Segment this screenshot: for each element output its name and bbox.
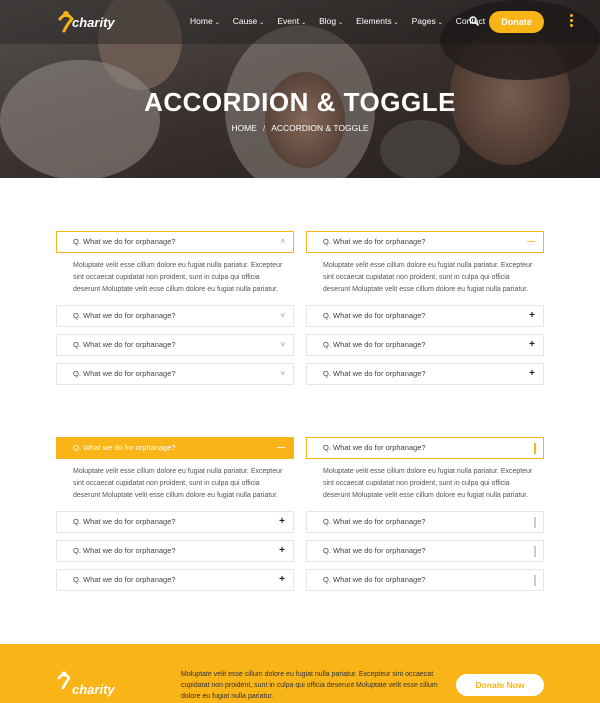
- bar-indicator-icon: [534, 443, 536, 454]
- nav-item-pages[interactable]: Pages ⌄: [412, 16, 443, 26]
- accordion-header[interactable]: Q. What we do for orphanage? —: [56, 437, 294, 459]
- nav-menu: Home ⌄ Cause ⌄ Event ⌄ Blog ⌄ Elements ⌄ Page…: [190, 16, 498, 26]
- accordion-panel: Moluptate velit esse cillum dolore eu fu…: [73, 468, 283, 499]
- main-navbar: charity Home ⌄ Cause ⌄ Event ⌄ Blog ⌄ Elemen…: [0, 0, 600, 44]
- minus-icon: —: [277, 443, 285, 452]
- accordion-header[interactable]: Q. What we do for orphanage? —: [306, 231, 544, 253]
- breadcrumb-current: ACCORDION & TOGGLE: [271, 123, 369, 133]
- accordion-question: Q. What we do for orphanage?: [323, 311, 426, 320]
- chevron-down-icon: ˅: [280, 369, 285, 378]
- accordion-header[interactable]: Q. What we do for orphanage? ˅: [56, 305, 294, 327]
- nav-item-label: Event: [277, 16, 300, 26]
- plus-icon: +: [279, 574, 285, 585]
- accordion-question: Q. What we do for orphanage?: [323, 575, 426, 584]
- accordion-header[interactable]: Q. What we do for orphanage? ˅: [56, 363, 294, 385]
- accordion-header[interactable]: Q. What we do for orphanage? +: [306, 334, 544, 356]
- accordion-question: Q. What we do for orphanage?: [73, 575, 176, 584]
- footer-logo-text[interactable]: charity: [72, 682, 115, 697]
- accordion-panel: Moluptate velit esse cillum dolore eu fu…: [323, 468, 533, 499]
- plus-icon: +: [529, 310, 535, 321]
- accordion-question: Q. What we do for orphanage?: [73, 517, 176, 526]
- footer-text: Moluptate velit esse cillum dolore eu fu…: [181, 671, 438, 700]
- bar-indicator-icon: [534, 546, 536, 557]
- chevron-down-icon: ⌄: [393, 20, 399, 26]
- accordion-header[interactable]: Q. What we do for orphanage?: [306, 569, 544, 591]
- accordion-header[interactable]: Q. What we do for orphanage? +: [56, 540, 294, 562]
- accordion-header[interactable]: Q. What we do for orphanage? +: [306, 305, 544, 327]
- plus-icon: +: [529, 368, 535, 379]
- minus-icon: —: [527, 237, 535, 246]
- nav-item-label: Pages: [411, 16, 436, 26]
- accordion-question: Q. What we do for orphanage?: [73, 340, 176, 349]
- nav-item-label: Cause: [232, 16, 258, 26]
- accordion-panel: Moluptate velit esse cillum dolore eu fu…: [323, 262, 533, 293]
- accordion-panel: Moluptate velit esse cillum dolore eu fu…: [73, 262, 283, 293]
- footer-cta: charity Moluptate velit esse cillum dolo…: [0, 644, 600, 703]
- search-icon[interactable]: [469, 16, 479, 26]
- plus-icon: +: [279, 545, 285, 556]
- nav-item-label: Home: [190, 16, 213, 26]
- nav-item-event[interactable]: Event ⌄: [277, 16, 306, 26]
- logo-text[interactable]: charity: [72, 15, 115, 30]
- accordion-question: Q. What we do for orphanage?: [323, 546, 426, 555]
- chevron-down-icon: ⌄: [214, 20, 220, 26]
- chevron-down-icon: ⌄: [338, 20, 344, 26]
- accordion-question: Q. What we do for orphanage?: [73, 369, 176, 378]
- accordion-header[interactable]: Q. What we do for orphanage?: [306, 511, 544, 533]
- breadcrumb-separator: /: [262, 123, 266, 133]
- chevron-down-icon: ⌄: [437, 20, 443, 26]
- kebab-menu-icon[interactable]: [568, 14, 574, 30]
- plus-icon: +: [529, 339, 535, 350]
- nav-item-label: Blog: [319, 16, 337, 26]
- accordion-header[interactable]: Q. What we do for orphanage? +: [56, 511, 294, 533]
- accordion-question: Q. What we do for orphanage?: [323, 237, 426, 246]
- accordion-header[interactable]: Q. What we do for orphanage? ˅: [56, 334, 294, 356]
- hero-banner: charity Home ⌄ Cause ⌄ Event ⌄ Blog ⌄ Elemen…: [0, 0, 600, 178]
- chevron-up-icon: ˄: [280, 237, 285, 246]
- nav-item-elements[interactable]: Elements ⌄: [356, 16, 398, 26]
- accordion-question: Q. What we do for orphanage?: [323, 443, 426, 452]
- chevron-down-icon: ⌄: [259, 20, 265, 26]
- accordion-filled: Q. What we do for orphanage? — Moluptate …: [56, 437, 294, 591]
- chevron-down-icon: ⌄: [301, 20, 307, 26]
- bar-indicator-icon: [534, 575, 536, 586]
- nav-item-cause[interactable]: Cause ⌄: [233, 16, 265, 26]
- nav-item-blog[interactable]: Blog ⌄: [319, 16, 343, 26]
- chevron-down-icon: ˅: [280, 340, 285, 349]
- chevron-down-icon: ˅: [280, 311, 285, 320]
- accordion-header[interactable]: Q. What we do for orphanage?: [306, 540, 544, 562]
- accordion-question: Q. What we do for orphanage?: [323, 517, 426, 526]
- accordion-question: Q. What we do for orphanage?: [323, 340, 426, 349]
- accordion-question: Q. What we do for orphanage?: [73, 443, 176, 452]
- accordion-header[interactable]: Q. What we do for orphanage? +: [56, 569, 294, 591]
- donate-button[interactable]: Donate: [489, 11, 544, 33]
- nav-item-home[interactable]: Home ⌄: [190, 16, 220, 26]
- accordion-question: Q. What we do for orphanage?: [323, 369, 426, 378]
- donate-now-button[interactable]: Donate Now: [456, 674, 544, 696]
- breadcrumb-home-link[interactable]: HOME: [231, 123, 257, 133]
- accordion-question: Q. What we do for orphanage?: [73, 311, 176, 320]
- nav-item-label: Elements: [356, 16, 392, 26]
- accordion-header[interactable]: Q. What we do for orphanage? +: [306, 363, 544, 385]
- bar-indicator-icon: [534, 517, 536, 528]
- page-title: ACCORDION & TOGGLE: [144, 87, 456, 117]
- breadcrumb: HOME / ACCORDION & TOGGLE: [0, 123, 600, 133]
- accordion-bar: Q. What we do for orphanage? Moluptate v…: [306, 437, 544, 591]
- accordion-header[interactable]: Q. What we do for orphanage? ˄: [56, 231, 294, 253]
- accordion-question: Q. What we do for orphanage?: [73, 237, 176, 246]
- accordion-question: Q. What we do for orphanage?: [73, 546, 176, 555]
- accordion-plus-minus: Q. What we do for orphanage? — Moluptate …: [306, 231, 544, 385]
- accordion-chevron: Q. What we do for orphanage? ˄ Moluptate …: [56, 231, 294, 385]
- plus-icon: +: [279, 516, 285, 527]
- accordion-header[interactable]: Q. What we do for orphanage?: [306, 437, 544, 459]
